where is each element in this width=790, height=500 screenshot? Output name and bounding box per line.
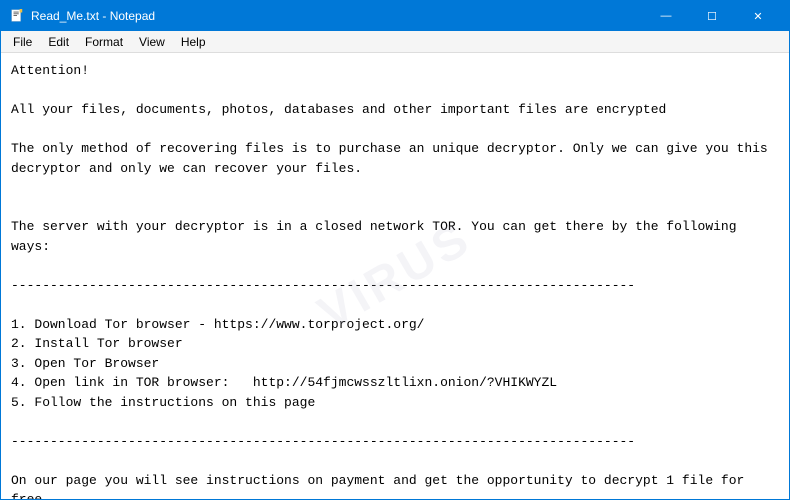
file-content: Attention! All your files, documents, ph… [11,61,779,499]
notepad-icon [9,8,25,24]
close-button[interactable]: ✕ [735,1,781,31]
menu-view[interactable]: View [131,33,173,51]
window-controls: — ☐ ✕ [643,1,781,31]
menu-file[interactable]: File [5,33,40,51]
minimize-button[interactable]: — [643,1,689,31]
maximize-button[interactable]: ☐ [689,1,735,31]
title-bar: Read_Me.txt - Notepad — ☐ ✕ [1,1,789,31]
menu-bar: File Edit Format View Help [1,31,789,53]
menu-help[interactable]: Help [173,33,214,51]
menu-format[interactable]: Format [77,33,131,51]
notepad-window: Read_Me.txt - Notepad — ☐ ✕ File Edit Fo… [0,0,790,500]
text-editor[interactable]: VIRUS Attention! All your files, documen… [1,53,789,499]
menu-edit[interactable]: Edit [40,33,77,51]
window-title: Read_Me.txt - Notepad [31,9,643,23]
